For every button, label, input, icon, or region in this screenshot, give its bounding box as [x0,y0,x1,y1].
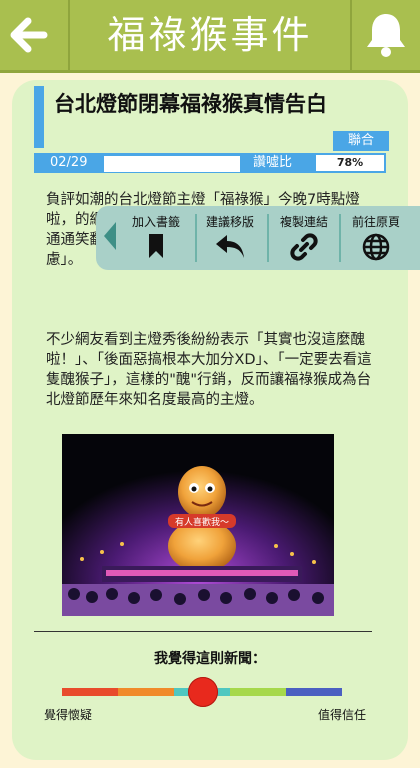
action-label: 加入書籤 [131,215,180,229]
header-divider [0,70,420,73]
back-button[interactable] [0,0,70,70]
collapse-arrow-icon[interactable] [104,222,116,250]
track-segment [286,688,342,696]
reply-arrow-icon [216,235,244,258]
left-arrow-icon [10,17,48,53]
action-label: 建議移版 [205,215,254,229]
track-segment [118,688,174,696]
track-segment [230,688,286,696]
action-label: 前往原頁 [351,215,400,229]
track-segment [62,688,118,696]
trust-label: 值得信任 [318,708,367,722]
section-divider [34,631,372,632]
ratio-value: 78% [316,155,384,171]
add-bookmark-button[interactable]: 加入書籤 [120,214,192,264]
notification-button[interactable] [350,0,420,70]
source-badge: 聯合 [333,131,389,151]
page-title: 福祿猴事件 [107,13,313,57]
meta-blank-box [104,156,240,172]
copy-link-button[interactable]: 複製連結 [268,214,340,264]
feedback-question: 我覺得這則新聞： [154,651,266,667]
title-accent-bar [34,86,44,148]
ratio-label: 讚噓比 [253,155,293,170]
link-icon [290,233,318,261]
photo-caption: 有人喜歡我～ [175,516,229,528]
doubt-label: 覺得懷疑 [44,708,93,722]
globe-icon [362,233,390,261]
article-paragraph-2: 不少網友看到主燈秀後紛紛表示「其實也沒這麼醜啦！」、「後面惡搞根本大加分XD」、… [46,332,372,408]
trust-slider-knob[interactable] [188,677,218,707]
action-label: 複製連結 [279,215,328,229]
suggest-move-button[interactable]: 建議移版 [194,214,266,264]
go-to-source-button[interactable]: 前往原頁 [340,214,412,264]
article-photo: 有人喜歡我～ [62,434,334,616]
article-date: 02/29 [50,155,88,170]
lantern-photo: 有人喜歡我～ [62,434,334,616]
bell-icon [367,14,405,57]
bookmark-icon [149,234,163,258]
article-title: 台北燈節閉幕福祿猴真情告白 [54,92,327,116]
